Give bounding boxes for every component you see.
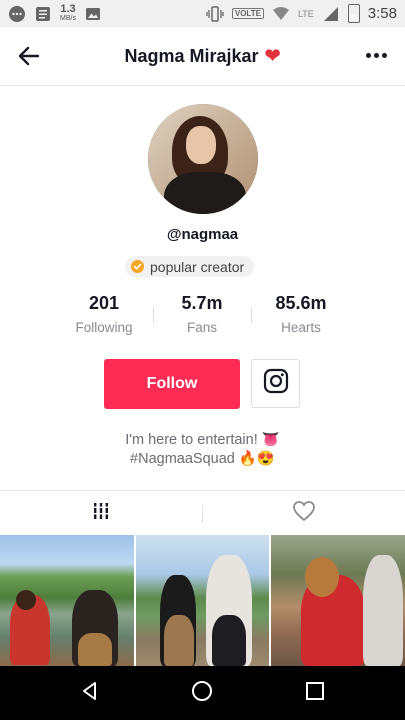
- stat-label: Hearts: [281, 320, 321, 335]
- verified-check-icon: [131, 260, 144, 273]
- profile-name: Nagma Mirajkar: [124, 45, 259, 66]
- stat-label: Following: [75, 320, 133, 335]
- creator-badge: popular creator: [125, 256, 255, 277]
- system-nav-bar: [0, 666, 405, 720]
- circle-home-icon: [191, 680, 213, 707]
- video-thumbnail[interactable]: [135, 535, 270, 666]
- profile-header: Nagma Mirajkar ❤: [0, 27, 405, 86]
- heart-emoji: ❤: [264, 45, 281, 67]
- status-left: 1.3 MB/s: [0, 2, 110, 24]
- status-bar: 1.3 MB/s VOLTE LTE 91 3:58: [0, 0, 405, 27]
- stat-value: 201: [88, 293, 120, 313]
- video-thumbnail[interactable]: [271, 535, 405, 666]
- page-title: Nagma Mirajkar ❤: [125, 45, 281, 68]
- clock: 3:58: [367, 5, 397, 22]
- more-dots-icon[interactable]: [366, 53, 387, 58]
- net-speed: 1.3 MB/s: [60, 2, 76, 22]
- wifi-icon: [272, 5, 290, 23]
- follow-button[interactable]: Follow: [104, 359, 240, 409]
- messages-icon: [8, 5, 26, 23]
- stat-hearts[interactable]: 85.6m Hearts: [251, 293, 351, 335]
- username: @nagmaa: [166, 226, 239, 243]
- stat-value: 85.6m: [275, 293, 327, 313]
- stat-value: 5.7m: [181, 293, 223, 313]
- nav-home-button[interactable]: [172, 666, 232, 720]
- lte-label: LTE: [297, 8, 314, 19]
- vibrate-icon: [206, 5, 224, 23]
- bio-line: #NagmaaSquad 🔥😍: [130, 451, 275, 467]
- notes-icon: [34, 5, 52, 23]
- signal-icon: [322, 5, 340, 23]
- badge-label: popular creator: [150, 258, 245, 275]
- back-arrow-icon[interactable]: [16, 43, 42, 69]
- square-recents-icon: [305, 681, 325, 706]
- instagram-button[interactable]: [251, 359, 300, 408]
- profile-stats: 201 Following 5.7m Fans 85.6m Hearts: [0, 293, 405, 343]
- tab-liked[interactable]: [203, 491, 405, 535]
- video-thumbnail[interactable]: [0, 535, 134, 666]
- content-tabs: [0, 490, 405, 535]
- stat-following[interactable]: 201 Following: [54, 293, 154, 335]
- tab-videos[interactable]: [0, 491, 202, 535]
- instagram-icon: [263, 368, 289, 399]
- avatar[interactable]: [148, 104, 258, 214]
- battery-icon: 91: [347, 4, 360, 23]
- stat-fans[interactable]: 5.7m Fans: [152, 293, 252, 335]
- volte-badge: VOLTE: [231, 8, 264, 19]
- nav-recents-button[interactable]: [285, 666, 345, 720]
- stat-label: Fans: [186, 320, 217, 335]
- triangle-back-icon: [80, 681, 100, 706]
- bio-line: I'm here to entertain! 👅: [125, 432, 280, 448]
- status-right: VOLTE LTE 91 3:58: [198, 4, 405, 23]
- heart-icon: [292, 500, 316, 527]
- bio: I'm here to entertain! 👅 #NagmaaSquad 🔥😍: [0, 431, 405, 469]
- grid-icon: [91, 501, 111, 526]
- nav-back-button[interactable]: [60, 666, 120, 720]
- gallery-icon: [84, 5, 102, 23]
- video-grid: [0, 535, 405, 666]
